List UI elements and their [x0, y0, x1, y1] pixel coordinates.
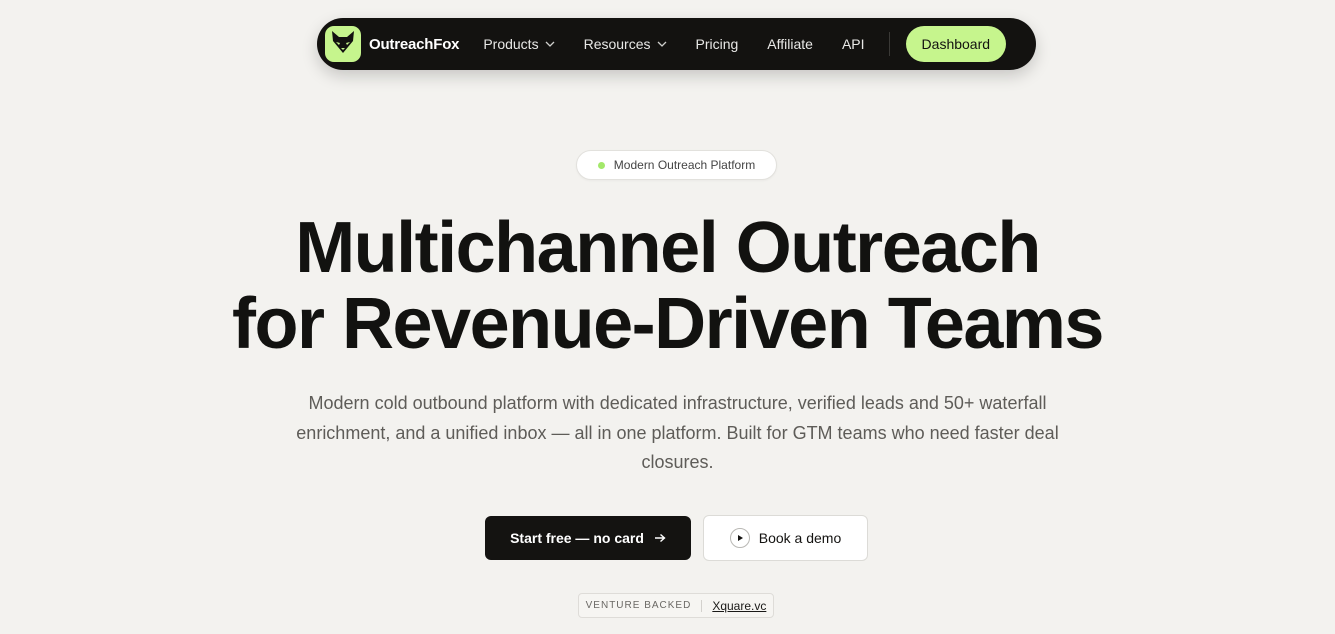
badge-divider: [701, 599, 703, 612]
hero-headline: Multichannel Outreach for Revenue-Driven…: [0, 210, 1335, 362]
brand-name[interactable]: OutreachFox: [369, 36, 460, 53]
top-navigation: OutreachFox Products Resources Pricing A…: [317, 18, 1036, 70]
status-dot: [597, 161, 605, 169]
hero-subtitle: Modern cold outbound platform with dedic…: [296, 393, 1059, 472]
nav-item-resources[interactable]: Resources: [584, 36, 667, 52]
start-free-label: Start free — no card: [510, 530, 644, 546]
dashboard-button[interactable]: Dashboard: [905, 26, 1007, 62]
play-icon: [729, 528, 750, 548]
nav-divider: [888, 32, 890, 56]
hero-badge-label: Modern Outreach Platform: [613, 158, 756, 172]
investor-link[interactable]: Xquare.vc: [712, 599, 766, 613]
arrow-right-icon: [654, 533, 666, 543]
headline-line-1: Multichannel Outreach: [295, 208, 1041, 288]
logo[interactable]: [325, 26, 361, 62]
nav-item-products[interactable]: Products: [483, 36, 555, 52]
chevron-down-icon: [545, 41, 555, 47]
nav-item-pricing[interactable]: Pricing: [696, 36, 739, 52]
book-demo-button[interactable]: Book a demo: [703, 515, 868, 561]
headline-line-2: for Revenue-Driven Teams: [232, 284, 1104, 364]
hero-badge: Modern Outreach Platform: [576, 150, 777, 180]
venture-backed-label: VENTURE BACKED: [585, 600, 692, 611]
book-demo-label: Book a demo: [758, 530, 842, 546]
chevron-down-icon: [657, 41, 667, 47]
venture-backed-badge: VENTURE BACKED Xquare.vc: [578, 593, 774, 618]
fox-icon: [330, 30, 356, 59]
start-free-button[interactable]: Start free — no card: [485, 516, 691, 560]
nav-item-api[interactable]: API: [842, 36, 865, 52]
nav-item-affiliate[interactable]: Affiliate: [767, 36, 813, 52]
